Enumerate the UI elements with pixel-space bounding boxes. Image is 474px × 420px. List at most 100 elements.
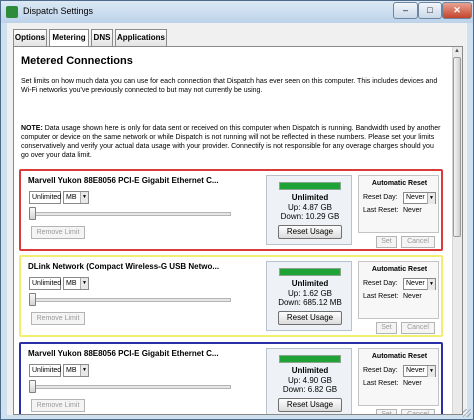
automatic-reset-title: Automatic Reset bbox=[371, 266, 428, 273]
reset-day-select[interactable]: Never ▼ bbox=[403, 365, 436, 377]
usage-status: Unlimited bbox=[291, 193, 329, 202]
usage-box: Unlimited Up: 4.90 GB Down: 6.82 GB Rese… bbox=[266, 348, 352, 414]
upload-amount: Up: 1.62 GB bbox=[287, 289, 333, 298]
connection-name: DLink Network (Compact Wireless-G USB Ne… bbox=[28, 262, 220, 271]
reset-day-label: Reset Day: bbox=[363, 367, 398, 374]
last-reset-label: Last Reset: bbox=[363, 293, 399, 300]
usage-progress-bar bbox=[279, 268, 341, 276]
cancel-button[interactable]: Cancel bbox=[401, 322, 435, 334]
limit-slider-track[interactable] bbox=[31, 298, 231, 302]
connection-card-3: Marvell Yukon 88E8056 PCI-E Gigabit Ethe… bbox=[19, 342, 443, 414]
connection-card-1: Marvell Yukon 88E8056 PCI-E Gigabit Ethe… bbox=[19, 169, 443, 251]
limit-slider-thumb[interactable] bbox=[29, 293, 36, 306]
usage-progress-bar bbox=[279, 182, 341, 190]
last-reset-value: Never bbox=[403, 380, 422, 387]
last-reset-value: Never bbox=[403, 207, 422, 214]
minimize-button[interactable]: – bbox=[393, 2, 418, 19]
limit-input[interactable]: Unlimited bbox=[29, 364, 61, 377]
chevron-down-icon[interactable]: ▼ bbox=[80, 278, 88, 289]
unit-value: MB bbox=[66, 367, 77, 374]
usage-progress-fill bbox=[280, 183, 340, 189]
reset-usage-button[interactable]: Reset Usage bbox=[278, 398, 342, 412]
set-button[interactable]: Set bbox=[376, 322, 397, 334]
vertical-scrollbar[interactable]: ▲ bbox=[452, 47, 462, 414]
connection-name: Marvell Yukon 88E8056 PCI-E Gigabit Ethe… bbox=[28, 349, 219, 358]
last-reset-label: Last Reset: bbox=[363, 207, 399, 214]
cancel-button[interactable]: Cancel bbox=[401, 236, 435, 248]
download-amount: Down: 685.12 MB bbox=[278, 298, 342, 307]
limit-input[interactable]: Unlimited bbox=[29, 191, 61, 204]
usage-progress-fill bbox=[280, 269, 340, 275]
chevron-down-icon[interactable]: ▼ bbox=[80, 365, 88, 376]
reset-usage-button[interactable]: Reset Usage bbox=[278, 225, 342, 239]
dispatch-app-icon bbox=[6, 6, 18, 18]
client-area: Options Metering DNS Applications Metere… bbox=[7, 23, 467, 415]
intro-text: Set limits on how much data you can use … bbox=[21, 78, 438, 94]
scrollbar-thumb[interactable] bbox=[453, 57, 461, 237]
automatic-reset-title: Automatic Reset bbox=[371, 180, 428, 187]
reset-day-value: Never bbox=[406, 280, 425, 287]
upload-amount: Up: 4.90 GB bbox=[287, 376, 333, 385]
tab-dns[interactable]: DNS bbox=[91, 29, 113, 47]
connection-name: Marvell Yukon 88E8056 PCI-E Gigabit Ethe… bbox=[28, 176, 219, 185]
metering-panel: Metered Connections Set limits on how mu… bbox=[13, 46, 463, 415]
chevron-down-icon[interactable]: ▼ bbox=[427, 366, 435, 377]
last-reset-label: Last Reset: bbox=[363, 380, 399, 387]
note-label: NOTE: bbox=[21, 125, 43, 132]
download-amount: Down: 10.29 GB bbox=[280, 212, 340, 221]
title-bar[interactable]: Dispatch Settings – □ ✕ bbox=[1, 1, 473, 23]
limit-slider-thumb[interactable] bbox=[29, 207, 36, 220]
reset-usage-button[interactable]: Reset Usage bbox=[278, 311, 342, 325]
tab-applications[interactable]: Applications bbox=[115, 29, 167, 47]
automatic-reset-group: Automatic Reset Reset Day: Never ▼ Last R… bbox=[358, 261, 439, 319]
reset-day-value: Never bbox=[406, 194, 425, 201]
connection-card-2: DLink Network (Compact Wireless-G USB Ne… bbox=[19, 255, 443, 337]
chevron-down-icon[interactable]: ▼ bbox=[427, 279, 435, 290]
close-button[interactable]: ✕ bbox=[442, 2, 472, 19]
upload-amount: Up: 4.87 GB bbox=[287, 203, 333, 212]
set-button[interactable]: Set bbox=[376, 236, 397, 248]
last-reset-value: Never bbox=[403, 293, 422, 300]
limit-slider-track[interactable] bbox=[31, 212, 231, 216]
remove-limit-button[interactable]: Remove Limit bbox=[31, 226, 85, 239]
reset-day-select[interactable]: Never ▼ bbox=[403, 278, 436, 290]
set-button[interactable]: Set bbox=[376, 409, 397, 414]
page-title: Metered Connections bbox=[21, 55, 133, 67]
automatic-reset-group: Automatic Reset Reset Day: Never ▼ Last R… bbox=[358, 348, 439, 406]
maximize-button[interactable]: □ bbox=[418, 2, 442, 19]
unit-value: MB bbox=[66, 194, 77, 201]
reset-day-label: Reset Day: bbox=[363, 194, 398, 201]
unit-select[interactable]: MB ▼ bbox=[63, 364, 89, 377]
remove-limit-button[interactable]: Remove Limit bbox=[31, 312, 85, 325]
dispatch-settings-window: Dispatch Settings – □ ✕ Options Metering… bbox=[0, 0, 474, 420]
limit-input[interactable]: Unlimited bbox=[29, 277, 61, 290]
window-title: Dispatch Settings bbox=[23, 6, 94, 16]
usage-progress-bar bbox=[279, 355, 341, 363]
automatic-reset-title: Automatic Reset bbox=[371, 353, 428, 360]
chevron-down-icon[interactable]: ▼ bbox=[427, 193, 435, 204]
download-amount: Down: 6.82 GB bbox=[282, 385, 338, 394]
chevron-down-icon[interactable]: ▼ bbox=[80, 192, 88, 203]
note-body: Data usage shown here is only for data s… bbox=[21, 125, 441, 159]
usage-status: Unlimited bbox=[291, 366, 329, 375]
reset-day-select[interactable]: Never ▼ bbox=[403, 192, 436, 204]
usage-box: Unlimited Up: 4.87 GB Down: 10.29 GB Res… bbox=[266, 175, 352, 245]
limit-slider-thumb[interactable] bbox=[29, 380, 36, 393]
scroll-up-icon[interactable]: ▲ bbox=[452, 47, 462, 56]
resize-grip-icon[interactable] bbox=[463, 409, 471, 417]
remove-limit-button[interactable]: Remove Limit bbox=[31, 399, 85, 412]
usage-progress-fill bbox=[280, 356, 340, 362]
usage-status: Unlimited bbox=[291, 279, 329, 288]
usage-box: Unlimited Up: 1.62 GB Down: 685.12 MB Re… bbox=[266, 261, 352, 331]
unit-select[interactable]: MB ▼ bbox=[63, 191, 89, 204]
limit-slider-track[interactable] bbox=[31, 385, 231, 389]
reset-day-value: Never bbox=[406, 367, 425, 374]
automatic-reset-group: Automatic Reset Reset Day: Never ▼ Last R… bbox=[358, 175, 439, 233]
cancel-button[interactable]: Cancel bbox=[401, 409, 435, 414]
tab-options[interactable]: Options bbox=[13, 29, 47, 47]
unit-select[interactable]: MB ▼ bbox=[63, 277, 89, 290]
tab-metering[interactable]: Metering bbox=[49, 29, 89, 47]
reset-day-label: Reset Day: bbox=[363, 280, 398, 287]
unit-value: MB bbox=[66, 280, 77, 287]
note-text: NOTE: Data usage shown here is only for … bbox=[21, 124, 441, 160]
